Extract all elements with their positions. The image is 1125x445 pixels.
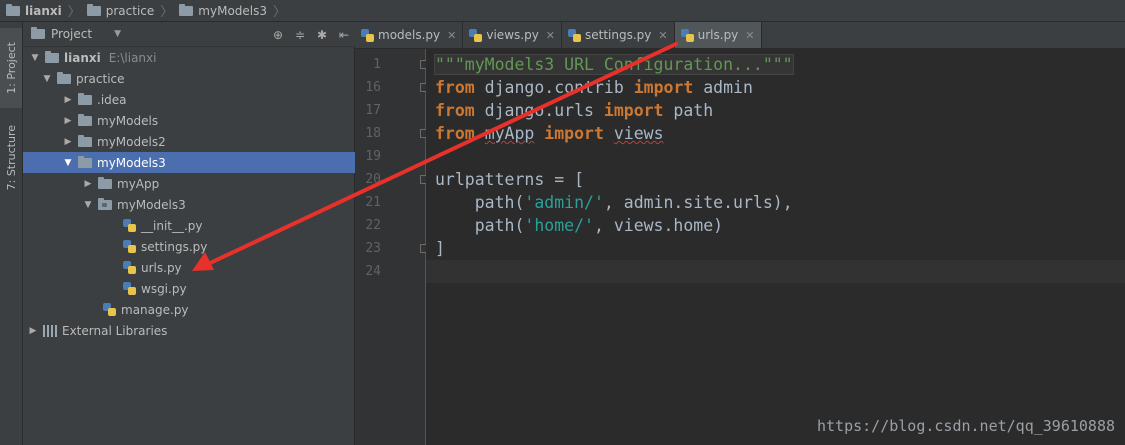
folder-icon [78, 134, 92, 147]
python-file-icon [123, 282, 136, 295]
python-file-icon [680, 28, 694, 42]
code-line-20: urlpatterns = [ [435, 170, 585, 189]
editor-tab-bar: models.py ✕ views.py ✕ settings.py ✕ url… [355, 22, 1125, 49]
chevron-right-icon: 〉 [67, 5, 81, 20]
code-line-1: """myModels3 URL Configuration...""" [434, 54, 794, 75]
breadcrumb-item-practice[interactable]: practice 〉 [81, 0, 174, 22]
tree-item-manage-py[interactable]: manage.py [23, 299, 355, 320]
chevron-right-icon: 〉 [160, 5, 174, 20]
line-number: 23 [365, 241, 381, 256]
tree-item-myapp[interactable]: ▶ myApp [23, 173, 355, 194]
python-file-icon [123, 240, 136, 253]
breadcrumb-item-lianxi[interactable]: lianxi 〉 [0, 0, 81, 22]
project-icon [31, 27, 45, 39]
hide-panel-icon[interactable]: ⇤ [337, 28, 351, 42]
folder-icon [179, 3, 194, 16]
line-number: 24 [365, 264, 381, 279]
tree-item-mymodels[interactable]: ▶ myModels [23, 110, 355, 131]
code-line-18: from myApp import views [435, 124, 664, 143]
line-number: 17 [365, 103, 381, 118]
tool-tab-project[interactable]: 1: Project [0, 28, 22, 108]
python-file-icon [123, 261, 136, 274]
tab-models-py[interactable]: models.py ✕ [355, 22, 464, 48]
tree-item-init-py[interactable]: __init__.py [23, 215, 355, 236]
project-view-selector[interactable]: Project ▼ [23, 27, 121, 41]
folder-icon [78, 155, 92, 168]
expanded-arrow-icon[interactable]: ▼ [62, 158, 74, 168]
collapsed-arrow-icon[interactable]: ▶ [82, 179, 94, 189]
tree-item-settings-py[interactable]: settings.py [23, 236, 355, 257]
expanded-arrow-icon[interactable]: ▼ [29, 53, 41, 63]
folder-icon [86, 3, 101, 16]
project-panel-header: Project ▼ ⊕ ≑ ✱ ⇤ [23, 22, 355, 47]
line-number: 22 [365, 218, 381, 233]
collapsed-arrow-icon[interactable]: ▶ [62, 116, 74, 126]
tree-item-urls-py[interactable]: urls.py [23, 257, 355, 278]
tree-item-external-libraries[interactable]: ▶ External Libraries [23, 320, 355, 341]
tree-item-lianxi[interactable]: ▼ lianxi E:\lianxi [23, 47, 355, 68]
python-file-icon [361, 28, 374, 42]
expanded-arrow-icon[interactable]: ▼ [82, 200, 94, 210]
scroll-from-source-icon[interactable]: ⊕ [271, 28, 285, 42]
collapsed-arrow-icon[interactable]: ▶ [62, 137, 74, 147]
python-file-icon [568, 28, 582, 42]
expanded-arrow-icon[interactable]: ▼ [41, 74, 53, 84]
project-panel: Project ▼ ⊕ ≑ ✱ ⇤ ▼ lianxi E:\lianxi ▼ p… [23, 22, 355, 445]
chevron-right-icon: 〉 [273, 5, 287, 20]
python-file-icon [469, 28, 483, 42]
line-number: 19 [365, 149, 381, 164]
collapse-all-icon[interactable]: ≑ [293, 28, 307, 42]
code-line-22: path('home/', views.home) [435, 216, 724, 235]
library-icon [43, 324, 57, 337]
watermark: https://blog.csdn.net/qq_39610888 [816, 417, 1115, 435]
folder-icon [57, 71, 71, 84]
breadcrumb-item-mymodels3[interactable]: myModels3 〉 [173, 0, 286, 22]
code-line-17: from django.urls import path [435, 101, 714, 120]
folder-icon [98, 176, 112, 189]
package-folder-icon [98, 197, 112, 210]
close-icon[interactable]: ✕ [745, 29, 754, 42]
close-icon[interactable]: ✕ [546, 29, 555, 42]
tree-item-idea[interactable]: ▶ .idea [23, 89, 355, 110]
current-line-highlight [426, 260, 1125, 283]
tool-tab-structure[interactable]: 7: Structure [0, 118, 22, 198]
tab-views-py[interactable]: views.py ✕ [463, 22, 563, 48]
collapsed-arrow-icon[interactable]: ▶ [27, 326, 39, 336]
close-icon[interactable]: ✕ [658, 29, 667, 42]
tree-item-practice[interactable]: ▼ practice [23, 68, 355, 89]
collapsed-arrow-icon[interactable]: ▶ [62, 95, 74, 105]
line-number-gutter: 1 16 17 18 19 20 21 22 23 24 [355, 49, 429, 445]
tree-item-mymodels3-selected[interactable]: ▼ myModels3 [23, 152, 355, 173]
close-icon[interactable]: ✕ [447, 29, 456, 42]
tab-settings-py[interactable]: settings.py ✕ [562, 22, 675, 48]
tree-item-mymodels2[interactable]: ▶ myModels2 [23, 131, 355, 152]
dropdown-arrow-icon: ▼ [114, 29, 121, 39]
folder-icon [6, 3, 20, 16]
line-number: 1 [373, 57, 381, 72]
python-file-icon [123, 219, 136, 232]
line-number: 21 [365, 195, 381, 210]
code-line-23: ] [435, 239, 445, 258]
code-line-21: path('admin/', admin.site.urls), [435, 193, 793, 212]
folder-icon [78, 113, 92, 126]
line-number: 18 [365, 126, 381, 141]
gear-icon[interactable]: ✱ [315, 28, 329, 42]
tree-item-mymodels3-package[interactable]: ▼ myModels3 [23, 194, 355, 215]
code-line-16: from django.contrib import admin [435, 78, 753, 97]
line-number: 16 [365, 80, 381, 95]
tab-urls-py-active[interactable]: urls.py ✕ [674, 22, 762, 48]
line-number: 20 [365, 172, 381, 187]
breadcrumb: lianxi 〉 practice 〉 myModels3 〉 [0, 0, 1125, 22]
code-editor[interactable]: """myModels3 URL Configuration...""" fro… [426, 49, 1125, 445]
tree-item-wsgi-py[interactable]: wsgi.py [23, 278, 355, 299]
python-file-icon [103, 303, 116, 316]
tool-window-strip: 1: Project 7: Structure [0, 22, 23, 445]
panel-toolbar: ⊕ ≑ ✱ ⇤ [271, 22, 351, 47]
folder-icon [78, 92, 92, 105]
folder-icon [45, 50, 59, 63]
